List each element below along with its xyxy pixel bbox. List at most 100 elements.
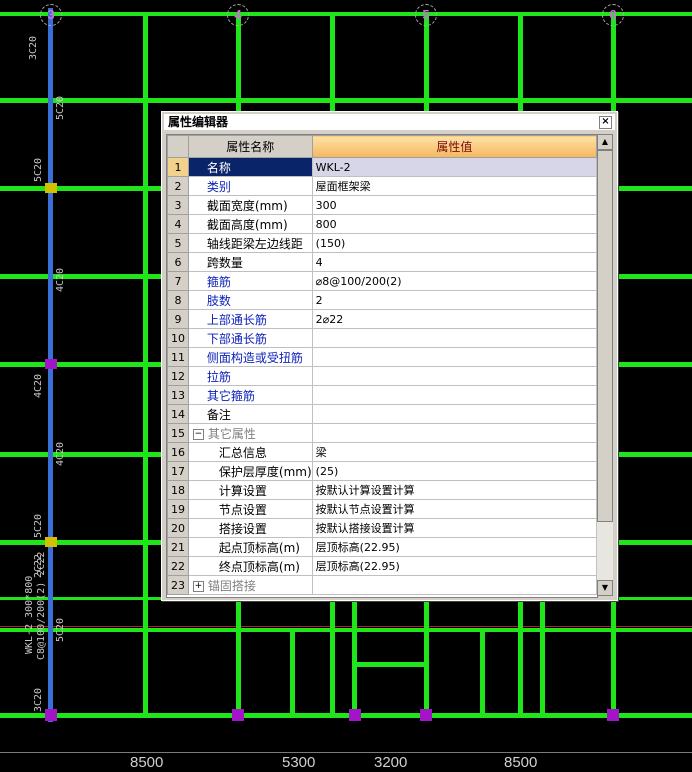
column-node[interactable] <box>45 359 57 369</box>
beam-horizontal[interactable] <box>0 98 692 103</box>
property-value[interactable] <box>311 366 597 386</box>
property-value[interactable]: (25) <box>311 461 597 481</box>
property-value[interactable]: 2 <box>311 290 597 310</box>
property-name[interactable]: 保护层厚度(mm) <box>187 461 313 481</box>
column-node[interactable] <box>607 709 619 721</box>
property-name[interactable]: − 其它属性 <box>187 423 313 443</box>
property-row[interactable]: 22 终点顶标高(m) 层顶标高(22.95) <box>167 556 597 576</box>
property-row[interactable]: 15− 其它属性 <box>167 423 597 443</box>
property-value[interactable]: 层顶标高(22.95) <box>311 537 597 557</box>
row-number: 21 <box>167 537 189 557</box>
property-row[interactable]: 5 轴线距梁左边线距 (150) <box>167 233 597 253</box>
beam-vertical[interactable] <box>352 600 357 718</box>
column-node[interactable] <box>45 537 57 547</box>
property-row[interactable]: 4 截面高度(mm) 800 <box>167 214 597 234</box>
property-name[interactable]: 终点顶标高(m) <box>187 556 313 576</box>
column-node[interactable] <box>349 709 361 721</box>
property-name[interactable]: 侧面构造或受扭筋 <box>187 347 313 367</box>
property-value[interactable]: 2⌀22 <box>311 309 597 329</box>
beam-horizontal[interactable] <box>0 713 692 718</box>
property-value[interactable]: 梁 <box>311 442 597 462</box>
vertical-scrollbar[interactable]: ▲ ▼ <box>597 134 613 596</box>
property-value[interactable]: 层顶标高(22.95) <box>311 556 597 576</box>
property-name[interactable]: 计算设置 <box>187 480 313 500</box>
property-value[interactable]: WKL-2 <box>311 157 597 177</box>
property-row[interactable]: 9 上部通长筋 2⌀22 <box>167 309 597 329</box>
property-row[interactable]: 8 肢数 2 <box>167 290 597 310</box>
beam-horizontal[interactable] <box>0 12 692 16</box>
property-row[interactable]: 16 汇总信息 梁 <box>167 442 597 462</box>
property-name[interactable]: 节点设置 <box>187 499 313 519</box>
property-name[interactable]: 搭接设置 <box>187 518 313 538</box>
beam-vertical[interactable] <box>290 628 295 718</box>
collapse-icon[interactable]: − <box>192 428 204 440</box>
property-grid[interactable]: 属性名称 属性值 1 名称 WKL-2 2 类别 屋面框架梁 3 截面宽度(mm) 300 4 截面… <box>166 134 598 598</box>
property-value[interactable]: 屋面框架梁 <box>311 176 597 196</box>
beam-vertical[interactable] <box>143 12 148 718</box>
column-node[interactable] <box>232 709 244 721</box>
property-name[interactable]: 上部通长筋 <box>187 309 313 329</box>
scroll-up-button[interactable]: ▲ <box>597 134 613 150</box>
property-value[interactable]: 300 <box>311 195 597 215</box>
property-value[interactable] <box>311 404 597 424</box>
scroll-down-button[interactable]: ▼ <box>597 580 613 596</box>
column-node[interactable] <box>45 183 57 193</box>
property-value[interactable]: (150) <box>311 233 597 253</box>
property-row[interactable]: 19 节点设置 按默认节点设置计算 <box>167 499 597 519</box>
property-row[interactable]: 6 跨数量 4 <box>167 252 597 272</box>
property-name[interactable]: 起点顶标高(m) <box>187 537 313 557</box>
expand-icon[interactable]: + <box>192 580 204 592</box>
beam-vertical[interactable] <box>480 628 485 718</box>
property-name[interactable]: 类别 <box>187 176 313 196</box>
property-value[interactable]: 按默认搭接设置计算 <box>311 518 597 538</box>
property-name[interactable]: 肢数 <box>187 290 313 310</box>
scroll-thumb[interactable] <box>597 150 613 522</box>
property-value[interactable] <box>311 423 597 443</box>
property-row[interactable]: 12 拉筋 <box>167 366 597 386</box>
property-row[interactable]: 23 + 锚固搭接 <box>167 575 597 595</box>
property-name[interactable]: 截面宽度(mm) <box>187 195 313 215</box>
property-name[interactable]: 下部通长筋 <box>187 328 313 348</box>
property-row[interactable]: 3 截面宽度(mm) 300 <box>167 195 597 215</box>
property-editor-dialog[interactable]: 属性编辑器 × 属性名称 属性值 1 名称 WKL-2 2 类别 屋面框架梁 3 截面宽度(m… <box>161 111 618 601</box>
property-value[interactable] <box>311 575 597 595</box>
property-row[interactable]: 2 类别 屋面框架梁 <box>167 176 597 196</box>
property-value[interactable] <box>311 328 597 348</box>
property-row[interactable]: 1 名称 WKL-2 <box>167 157 597 177</box>
property-row[interactable]: 18 计算设置 按默认计算设置计算 <box>167 480 597 500</box>
property-row[interactable]: 11 侧面构造或受扭筋 <box>167 347 597 367</box>
property-row[interactable]: 13 其它箍筋 <box>167 385 597 405</box>
header-name[interactable]: 属性名称 <box>187 135 313 158</box>
property-row[interactable]: 17 保护层厚度(mm) (25) <box>167 461 597 481</box>
property-value[interactable]: 按默认节点设置计算 <box>311 499 597 519</box>
property-name[interactable]: 截面高度(mm) <box>187 214 313 234</box>
beam-horizontal[interactable] <box>0 628 692 632</box>
property-value[interactable] <box>311 385 597 405</box>
property-value[interactable]: 按默认计算设置计算 <box>311 480 597 500</box>
property-name[interactable]: 其它箍筋 <box>187 385 313 405</box>
property-value[interactable] <box>311 347 597 367</box>
property-row[interactable]: 21 起点顶标高(m) 层顶标高(22.95) <box>167 537 597 557</box>
property-name[interactable]: 箍筋 <box>187 271 313 291</box>
header-value[interactable]: 属性值 <box>311 135 597 158</box>
property-value[interactable]: 800 <box>311 214 597 234</box>
property-name[interactable]: 跨数量 <box>187 252 313 272</box>
close-button[interactable]: × <box>599 116 612 129</box>
dialog-title-bar[interactable]: 属性编辑器 × <box>164 114 615 130</box>
beam-vertical[interactable] <box>540 600 545 718</box>
property-row[interactable]: 20 搭接设置 按默认搭接设置计算 <box>167 518 597 538</box>
property-row[interactable]: 7 箍筋 ⌀8@100/200(2) <box>167 271 597 291</box>
column-node[interactable] <box>45 709 57 721</box>
property-value[interactable]: 4 <box>311 252 597 272</box>
beam-horizontal[interactable] <box>355 662 425 667</box>
property-row[interactable]: 14 备注 <box>167 404 597 424</box>
property-name[interactable]: 汇总信息 <box>187 442 313 462</box>
property-name[interactable]: 拉筋 <box>187 366 313 386</box>
property-name[interactable]: 名称 <box>187 157 313 177</box>
column-node[interactable] <box>420 709 432 721</box>
property-name[interactable]: 轴线距梁左边线距 <box>187 233 313 253</box>
property-row[interactable]: 10 下部通长筋 <box>167 328 597 348</box>
property-value[interactable]: ⌀8@100/200(2) <box>311 271 597 291</box>
property-name[interactable]: + 锚固搭接 <box>187 575 313 595</box>
property-name[interactable]: 备注 <box>187 404 313 424</box>
